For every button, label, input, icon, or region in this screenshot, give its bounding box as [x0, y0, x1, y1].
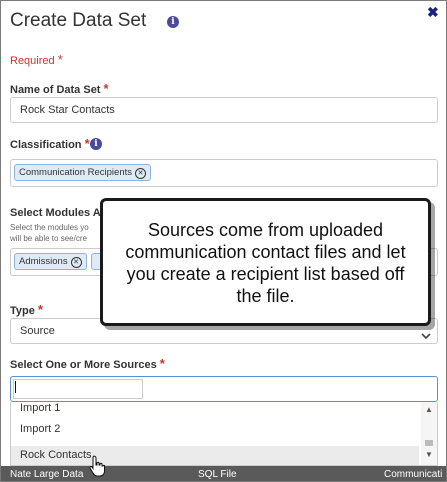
- sources-label: Select One or More Sources *: [10, 356, 165, 371]
- table-cell: Nate Large Data: [10, 469, 84, 480]
- classification-chip: Communication Recipients ✕: [14, 164, 151, 181]
- dropdown-option-highlighted[interactable]: Rock Contacts: [20, 449, 92, 461]
- scroll-up-icon[interactable]: ▲: [425, 405, 433, 414]
- sources-label-text: Select One or More Sources: [10, 359, 157, 371]
- type-label: Type *: [10, 302, 43, 317]
- required-note-text: Required: [10, 55, 55, 67]
- background-table-row: Nate Large Data SQL File Communicati: [1, 466, 446, 481]
- required-note: Required *: [10, 52, 63, 67]
- type-select-value: Source: [20, 325, 55, 337]
- tutorial-callout: Sources come from uploaded communication…: [100, 198, 431, 326]
- classification-label-text: Classification: [10, 139, 82, 151]
- classification-label: Classification *: [10, 136, 90, 151]
- dropdown-option[interactable]: Import 2: [20, 423, 60, 435]
- required-star: *: [37, 302, 43, 317]
- table-cell: SQL File: [198, 469, 237, 480]
- modules-help-line-2: will be able to see/cre: [10, 234, 87, 243]
- type-label-text: Type: [10, 305, 35, 317]
- dialog-title: Create Data Set: [10, 10, 147, 31]
- hand-pointer-icon: [89, 455, 105, 481]
- table-cell: Communicati: [384, 469, 443, 480]
- dropdown-scrollbar[interactable]: ▲ ▼: [421, 402, 437, 465]
- modules-chip: Admissions ✕: [14, 253, 87, 270]
- chip-label: Communication Recipients: [19, 167, 132, 178]
- required-star: *: [57, 52, 63, 67]
- create-data-set-dialog: Create Data Set i ✖ Required * Name of D…: [0, 0, 447, 482]
- info-icon[interactable]: i: [90, 138, 102, 150]
- required-star: *: [103, 81, 109, 96]
- scroll-thumb[interactable]: [425, 440, 433, 446]
- text-caret: [15, 381, 16, 393]
- sources-dropdown: Import 1 Import 2 Rock Contacts ▲ ▼: [10, 402, 438, 466]
- chip-label: Admissions: [19, 256, 68, 267]
- sources-multiselect[interactable]: [10, 376, 438, 402]
- modules-help-line-1: Select the modules yo: [10, 223, 89, 232]
- name-input[interactable]: Rock Star Contacts: [10, 97, 438, 123]
- close-icon[interactable]: ✖: [427, 5, 439, 19]
- remove-chip-icon[interactable]: ✕: [70, 257, 82, 268]
- required-star: *: [159, 356, 165, 371]
- scroll-down-icon[interactable]: ▼: [425, 450, 433, 459]
- name-label-text: Name of Data Set: [10, 84, 101, 96]
- modules-label: Select Modules Al: [10, 207, 104, 219]
- name-label: Name of Data Set *: [10, 81, 109, 96]
- info-icon[interactable]: i: [167, 16, 179, 28]
- sources-search-input[interactable]: [13, 379, 143, 399]
- dropdown-option[interactable]: Import 1: [20, 402, 60, 414]
- chevron-down-icon: [421, 325, 431, 349]
- required-star: *: [84, 136, 90, 151]
- remove-chip-icon[interactable]: ✕: [135, 168, 146, 179]
